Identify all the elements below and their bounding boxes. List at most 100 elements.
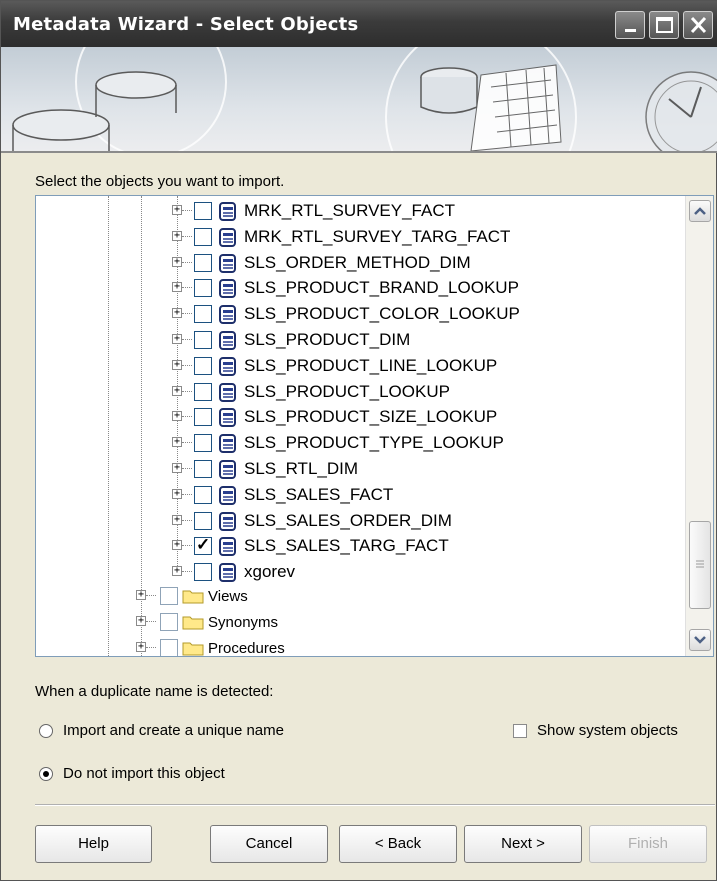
expand-icon[interactable]: + xyxy=(136,590,146,600)
expand-icon[interactable]: + xyxy=(136,616,146,626)
select-objects-prompt: Select the objects you want to import. xyxy=(35,173,285,190)
radio-do-not-import[interactable] xyxy=(39,767,53,781)
tree-folder-procedures[interactable]: + Procedures xyxy=(36,636,676,657)
tree-table-row[interactable]: + MRK_RTL_SURVEY_FACT xyxy=(36,198,676,224)
table-checkbox[interactable] xyxy=(194,408,212,427)
tree-table-label: SLS_ORDER_METHOD_DIM xyxy=(244,252,471,272)
expand-icon[interactable]: + xyxy=(172,411,182,422)
expand-icon[interactable]: + xyxy=(172,334,182,344)
next-button[interactable]: Next > xyxy=(464,825,582,863)
expand-icon[interactable]: + xyxy=(172,385,182,396)
tree-table-row[interactable]: + SLS_PRODUCT_LINE_LOOKUP xyxy=(36,353,676,379)
tree-table-row[interactable]: + SLS_SALES_TARG_FACT xyxy=(36,533,676,559)
back-button[interactable]: < Back xyxy=(339,825,457,863)
table-checkbox[interactable] xyxy=(194,563,212,582)
folder-checkbox[interactable] xyxy=(160,639,178,656)
table-checkbox[interactable] xyxy=(194,434,212,453)
expand-icon[interactable]: + xyxy=(172,514,182,525)
table-icon xyxy=(219,563,236,583)
close-icon xyxy=(690,16,707,34)
expand-icon[interactable]: + xyxy=(172,566,182,577)
tree-table-row[interactable]: + SLS_SALES_ORDER_DIM xyxy=(36,508,676,534)
tree-folder-label: Views xyxy=(208,588,248,605)
title-bar[interactable]: Metadata Wizard - Select Objects xyxy=(1,1,717,47)
minimize-button[interactable] xyxy=(615,11,645,39)
tree-table-label: SLS_PRODUCT_SIZE_LOOKUP xyxy=(244,407,498,427)
tree-table-row[interactable]: + xgorev xyxy=(36,559,676,585)
folder-checkbox[interactable] xyxy=(160,587,178,605)
tree-table-row[interactable]: + MRK_RTL_SURVEY_TARG_FACT xyxy=(36,224,676,250)
tree-table-row[interactable]: + SLS_PRODUCT_LOOKUP xyxy=(36,379,676,405)
table-icon xyxy=(219,485,236,505)
tree-table-label: xgorev xyxy=(244,562,296,582)
tree-table-label: SLS_SALES_ORDER_DIM xyxy=(244,510,452,530)
banner-divider xyxy=(1,151,717,153)
table-checkbox[interactable] xyxy=(194,202,212,220)
tree-folder-label: Procedures xyxy=(208,640,285,657)
tree-connector xyxy=(182,261,192,263)
expand-icon[interactable]: + xyxy=(172,359,182,370)
tree-table-label: SLS_PRODUCT_TYPE_LOOKUP xyxy=(244,433,504,453)
expand-icon[interactable]: + xyxy=(172,488,182,499)
tree-folder-views[interactable]: + Views xyxy=(36,584,676,610)
table-checkbox[interactable] xyxy=(194,227,212,246)
table-checkbox[interactable] xyxy=(194,305,212,324)
tree-table-row[interactable]: + SLS_ORDER_METHOD_DIM xyxy=(36,250,676,276)
tree-table-row[interactable]: + SLS_RTL_DIM xyxy=(36,456,676,482)
expand-icon[interactable]: + xyxy=(172,463,182,473)
table-checkbox[interactable] xyxy=(194,460,212,478)
radio-import-unique[interactable] xyxy=(39,724,53,738)
scroll-down-button[interactable] xyxy=(689,629,711,651)
expand-icon[interactable]: + xyxy=(172,540,182,551)
table-checkbox[interactable] xyxy=(194,331,212,349)
tree-table-label: MRK_RTL_SURVEY_FACT xyxy=(244,201,455,220)
table-icon xyxy=(219,253,236,273)
object-tree[interactable]: + MRK_RTL_SURVEY_FACT + MRK_RTL_SURVEY_TARG… xyxy=(35,195,714,657)
button-separator xyxy=(35,804,715,806)
maximize-button[interactable] xyxy=(649,11,679,39)
tree-folder-synonyms[interactable]: + Synonyms xyxy=(36,610,676,636)
tree-table-row[interactable]: + SLS_PRODUCT_DIM xyxy=(36,327,676,353)
table-checkbox[interactable] xyxy=(194,279,212,298)
table-checkbox[interactable] xyxy=(194,382,212,401)
table-checkbox[interactable] xyxy=(194,511,212,530)
table-icon xyxy=(219,305,236,325)
tree-table-row[interactable]: + SLS_PRODUCT_TYPE_LOOKUP xyxy=(36,430,676,456)
tree-table-label: SLS_PRODUCT_LOOKUP xyxy=(244,381,450,401)
tree-connector xyxy=(182,519,192,521)
tree-table-label: SLS_SALES_FACT xyxy=(244,484,394,504)
expand-icon[interactable]: + xyxy=(136,642,146,652)
table-icon xyxy=(219,408,236,428)
cancel-button[interactable]: Cancel xyxy=(210,825,328,863)
finish-button[interactable]: Finish xyxy=(589,825,707,863)
expand-icon[interactable]: + xyxy=(172,282,182,293)
tree-connector xyxy=(182,364,192,366)
table-checkbox[interactable] xyxy=(194,535,212,556)
tree-table-row[interactable]: + SLS_PRODUCT_BRAND_LOOKUP xyxy=(36,275,676,301)
show-system-objects-checkbox[interactable] xyxy=(513,724,527,738)
close-button[interactable] xyxy=(683,11,713,39)
expand-icon[interactable]: + xyxy=(172,437,182,448)
scroll-thumb[interactable] xyxy=(689,521,711,609)
tree-table-row[interactable]: + SLS_SALES_FACT xyxy=(36,482,676,508)
folder-checkbox[interactable] xyxy=(160,613,178,631)
tree-scrollbar[interactable] xyxy=(685,196,713,656)
tree-table-label: MRK_RTL_SURVEY_TARG_FACT xyxy=(244,226,511,246)
help-button[interactable]: Help xyxy=(35,825,152,863)
expand-icon[interactable]: + xyxy=(172,230,182,241)
scroll-up-button[interactable] xyxy=(689,200,711,222)
radio-do-not-import-label[interactable]: Do not import this object xyxy=(63,765,225,782)
expand-icon[interactable]: + xyxy=(172,256,182,267)
table-checkbox[interactable] xyxy=(194,253,212,272)
duplicate-heading: When a duplicate name is detected: xyxy=(35,683,274,700)
table-checkbox[interactable] xyxy=(194,485,212,504)
show-system-objects-label[interactable]: Show system objects xyxy=(537,722,678,739)
expand-icon[interactable]: + xyxy=(172,308,182,319)
tree-table-row[interactable]: + SLS_PRODUCT_SIZE_LOOKUP xyxy=(36,404,676,430)
expand-icon[interactable]: + xyxy=(172,205,182,215)
radio-import-unique-label[interactable]: Import and create a unique name xyxy=(63,722,284,739)
table-checkbox[interactable] xyxy=(194,356,212,375)
tree-connector xyxy=(182,287,192,289)
tree-table-label: SLS_PRODUCT_LINE_LOOKUP xyxy=(244,355,498,375)
tree-table-row[interactable]: + SLS_PRODUCT_COLOR_LOOKUP xyxy=(36,301,676,327)
